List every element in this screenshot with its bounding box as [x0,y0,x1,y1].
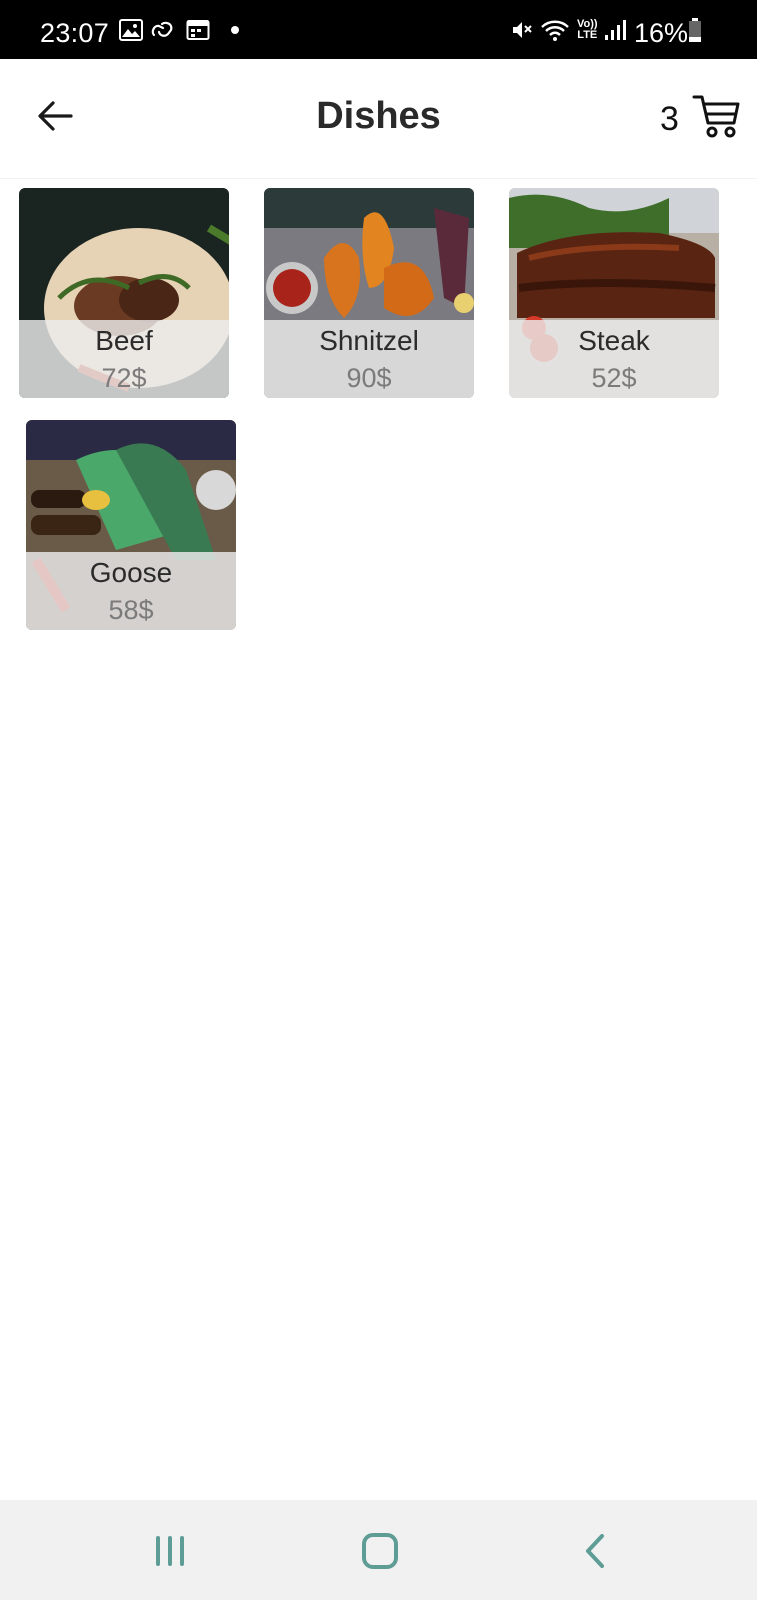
battery-icon [688,0,702,59]
system-nav-bar [0,1500,757,1600]
status-time: 23:07 [40,18,110,48]
signal-icon [604,0,628,59]
dish-card-steak[interactable]: Steak 52$ [509,188,719,398]
home-icon [362,1533,398,1569]
link-icon [150,0,176,59]
dish-name: Beef [95,325,153,356]
cart-count: 3 [660,100,679,138]
dish-price: 90$ [346,363,392,393]
back-icon [586,1534,604,1568]
battery-percent: 16% [634,18,689,48]
dot-icon [230,0,240,59]
mute-icon [510,0,534,59]
gallery-icon [119,0,143,59]
dish-name: Goose [89,557,173,588]
app-header: Dishes 3 [0,59,757,179]
cart-button[interactable] [692,93,742,143]
calendar-icon [186,0,210,59]
cart-icon [692,95,740,138]
recent-apps-button[interactable] [140,1526,200,1576]
dish-card-shnitzel[interactable]: Shnitzel 90$ [264,188,474,398]
wifi-icon [540,0,570,59]
dish-card-goose[interactable]: Goose 58$ [26,420,236,630]
volte-icon: Vo)) LTE [577,17,598,41]
recent-apps-icon [156,1536,184,1566]
dish-name: Steak [578,325,650,356]
page-title: Dishes [316,95,441,137]
status-bar: 23:07 Vo)) LTE 16% [0,0,757,59]
home-button[interactable] [350,1526,410,1576]
dish-price: 52$ [591,363,637,393]
dish-card-beef[interactable]: Beef 72$ [19,188,229,398]
dish-name: Shnitzel [319,325,419,356]
dish-price: 72$ [101,363,147,393]
nav-back-button[interactable] [565,1526,625,1576]
dish-price: 58$ [108,595,154,625]
